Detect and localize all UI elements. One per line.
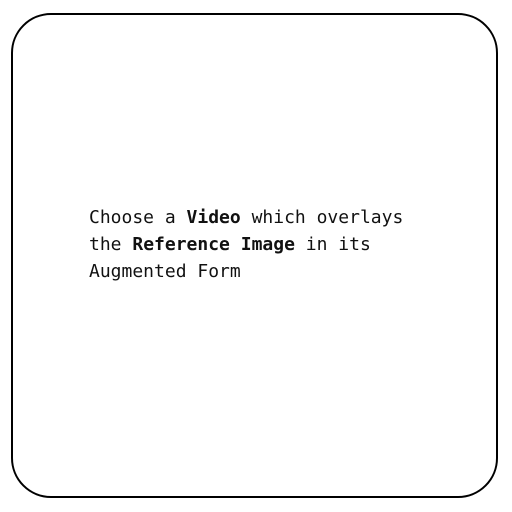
instruction-card: Choose a Video which overlays the Refere… [11,13,498,498]
reference-image-keyword: Reference Image [132,234,295,255]
video-keyword: Video [186,207,241,228]
instruction-text-line3: Augmented Form [89,261,241,282]
instruction-text-line2-post: in its [294,234,371,255]
instruction-text-line2-pre: the [89,234,133,255]
instruction-text-line1-pre: Choose a [89,207,187,228]
instruction-text: Choose a Video which overlays the Refere… [89,204,489,285]
instruction-text-line1-post: which overlays [240,207,404,228]
